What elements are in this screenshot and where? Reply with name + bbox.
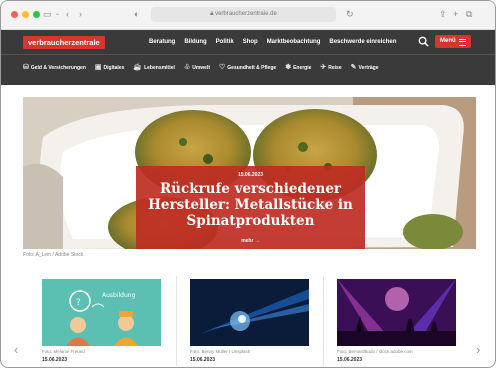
card-photo-credit: Foto: BernardBodo / stock.adobe.com bbox=[337, 349, 413, 354]
category-reise[interactable]: ✈ Reise bbox=[320, 64, 341, 72]
card-date: 15.06.2023 bbox=[42, 357, 68, 363]
category-label: Gesundheit & Pflege bbox=[227, 65, 277, 71]
digital-icon: ▣ bbox=[94, 64, 102, 71]
search-icon[interactable] bbox=[418, 36, 429, 47]
card-date: 15.06.2023 bbox=[337, 357, 363, 363]
card-date: 15.06.2023 bbox=[190, 357, 216, 363]
browser-window: ▭ ⌄ ‹ › ◐ 🔒︎ verbraucherzentrale.de ↻ ⇪ … bbox=[0, 0, 496, 368]
more-link[interactable]: mehr → bbox=[136, 238, 365, 244]
category-label: Lebensmittel bbox=[144, 65, 175, 71]
nav-item-bildung[interactable]: Bildung bbox=[184, 38, 206, 47]
carousel-next-icon[interactable]: › bbox=[476, 343, 480, 357]
share-icon[interactable]: ⇪ bbox=[439, 8, 447, 20]
header-divider bbox=[1, 54, 495, 55]
category-gesundheit[interactable]: ♡ Gesundheit & Pflege bbox=[219, 64, 276, 72]
site-header: verbraucherzentrale Beratung Bildung Pol… bbox=[1, 30, 495, 85]
teaser-card[interactable]: ? Ausbildung Foto: Melanie Freund 15.06.… bbox=[42, 279, 161, 363]
card-image-illustration: ? Ausbildung bbox=[42, 279, 161, 346]
nav-item-marktbeobachtung[interactable]: Marktbeobachtung bbox=[267, 38, 321, 47]
address-bar[interactable]: 🔒︎ verbraucherzentrale.de bbox=[151, 7, 336, 22]
url-text: verbraucherzentrale.de bbox=[215, 11, 277, 17]
category-umwelt[interactable]: ♧ Umwelt bbox=[184, 64, 210, 72]
category-navigation: ⛁ Geld & Versicherungen ▣ Digitales ☕ Leben… bbox=[23, 64, 379, 72]
category-label: Geld & Versicherungen bbox=[30, 65, 86, 71]
category-label: Digitales bbox=[103, 65, 125, 71]
new-tab-icon[interactable]: + bbox=[453, 8, 458, 20]
carousel-prev-icon[interactable]: ‹ bbox=[14, 343, 18, 357]
category-label: Umwelt bbox=[192, 65, 210, 71]
teaser-card[interactable]: Foto: BernardBodo / stock.adobe.com 15.0… bbox=[337, 279, 456, 363]
category-vertraege[interactable]: ✎ Verträge bbox=[351, 64, 379, 72]
category-label: Energie bbox=[293, 65, 312, 71]
menu-label: Menü bbox=[440, 38, 456, 44]
menu-button[interactable]: Menü bbox=[435, 35, 471, 48]
browser-toolbar: ▭ ⌄ ‹ › ◐ 🔒︎ verbraucherzentrale.de ↻ ⇪ … bbox=[1, 1, 495, 30]
card-photo-credit: Foto: Benny Muller / Unsplash bbox=[190, 349, 251, 354]
category-geld[interactable]: ⛁ Geld & Versicherungen bbox=[23, 64, 86, 72]
nav-item-politik[interactable]: Politik bbox=[216, 38, 234, 47]
hero-photo-credit: Foto: A_Lein / Adobe Stock bbox=[23, 252, 84, 258]
chevron-down-icon[interactable]: ⌄ bbox=[55, 8, 60, 20]
teaser-card[interactable]: Foto: Benny Muller / Unsplash 15.06.2023 bbox=[190, 279, 309, 363]
food-icon: ☕ bbox=[133, 64, 143, 71]
category-label: Verträge bbox=[358, 65, 379, 71]
category-label: Reise bbox=[328, 65, 342, 71]
minimize-window-button[interactable] bbox=[22, 11, 29, 18]
svg-text:?: ? bbox=[76, 298, 81, 308]
hero-teaser[interactable]: 15.06.2023 Rückrufe verschiedener Herste… bbox=[23, 97, 476, 249]
coins-icon: ⛁ bbox=[23, 64, 29, 71]
nav-item-beschwerde[interactable]: Beschwerde einreichen bbox=[329, 38, 396, 47]
travel-icon: ✈ bbox=[320, 64, 327, 71]
forward-icon[interactable]: › bbox=[79, 8, 82, 20]
category-digitales[interactable]: ▣ Digitales bbox=[95, 64, 124, 72]
card-separator bbox=[176, 276, 177, 366]
tab-overview-icon[interactable]: ⧉ bbox=[466, 8, 472, 20]
nav-item-shop[interactable]: Shop bbox=[243, 38, 258, 47]
card-separator bbox=[323, 276, 324, 366]
hamburger-icon bbox=[459, 39, 466, 46]
hero-date: 15.06.2023 bbox=[237, 172, 264, 178]
health-icon: ♡ bbox=[219, 64, 226, 71]
close-window-button[interactable] bbox=[11, 11, 18, 18]
site-logo[interactable]: verbraucherzentrale bbox=[23, 36, 105, 49]
headline-box[interactable]: 15.06.2023 Rückrufe verschiedener Herste… bbox=[136, 166, 365, 249]
main-navigation: Beratung Bildung Politik Shop Marktbeoba… bbox=[149, 38, 396, 47]
card-photo-credit: Foto: Melanie Freund bbox=[42, 349, 85, 354]
zoom-window-button[interactable] bbox=[33, 11, 40, 18]
category-lebensmittel[interactable]: ☕ Lebensmittel bbox=[133, 64, 175, 72]
privacy-shield-icon[interactable]: ◐ bbox=[134, 8, 139, 20]
hero-title[interactable]: Rückrufe verschiedener Hersteller: Metal… bbox=[148, 181, 353, 229]
energy-icon: ✽ bbox=[285, 64, 292, 71]
reload-icon[interactable]: ↻ bbox=[346, 8, 354, 20]
card-image-fiber-optics bbox=[190, 279, 309, 346]
window-controls bbox=[11, 11, 40, 18]
card-image-concert bbox=[337, 279, 456, 346]
environment-icon: ♧ bbox=[183, 64, 191, 71]
contract-icon: ✎ bbox=[350, 64, 357, 71]
nav-item-beratung[interactable]: Beratung bbox=[149, 38, 175, 47]
category-energie[interactable]: ✽ Energie bbox=[285, 64, 311, 72]
svg-text:Ausbildung: Ausbildung bbox=[102, 292, 136, 299]
back-icon[interactable]: ‹ bbox=[66, 8, 69, 20]
sidebar-icon[interactable]: ▭ bbox=[43, 8, 52, 20]
